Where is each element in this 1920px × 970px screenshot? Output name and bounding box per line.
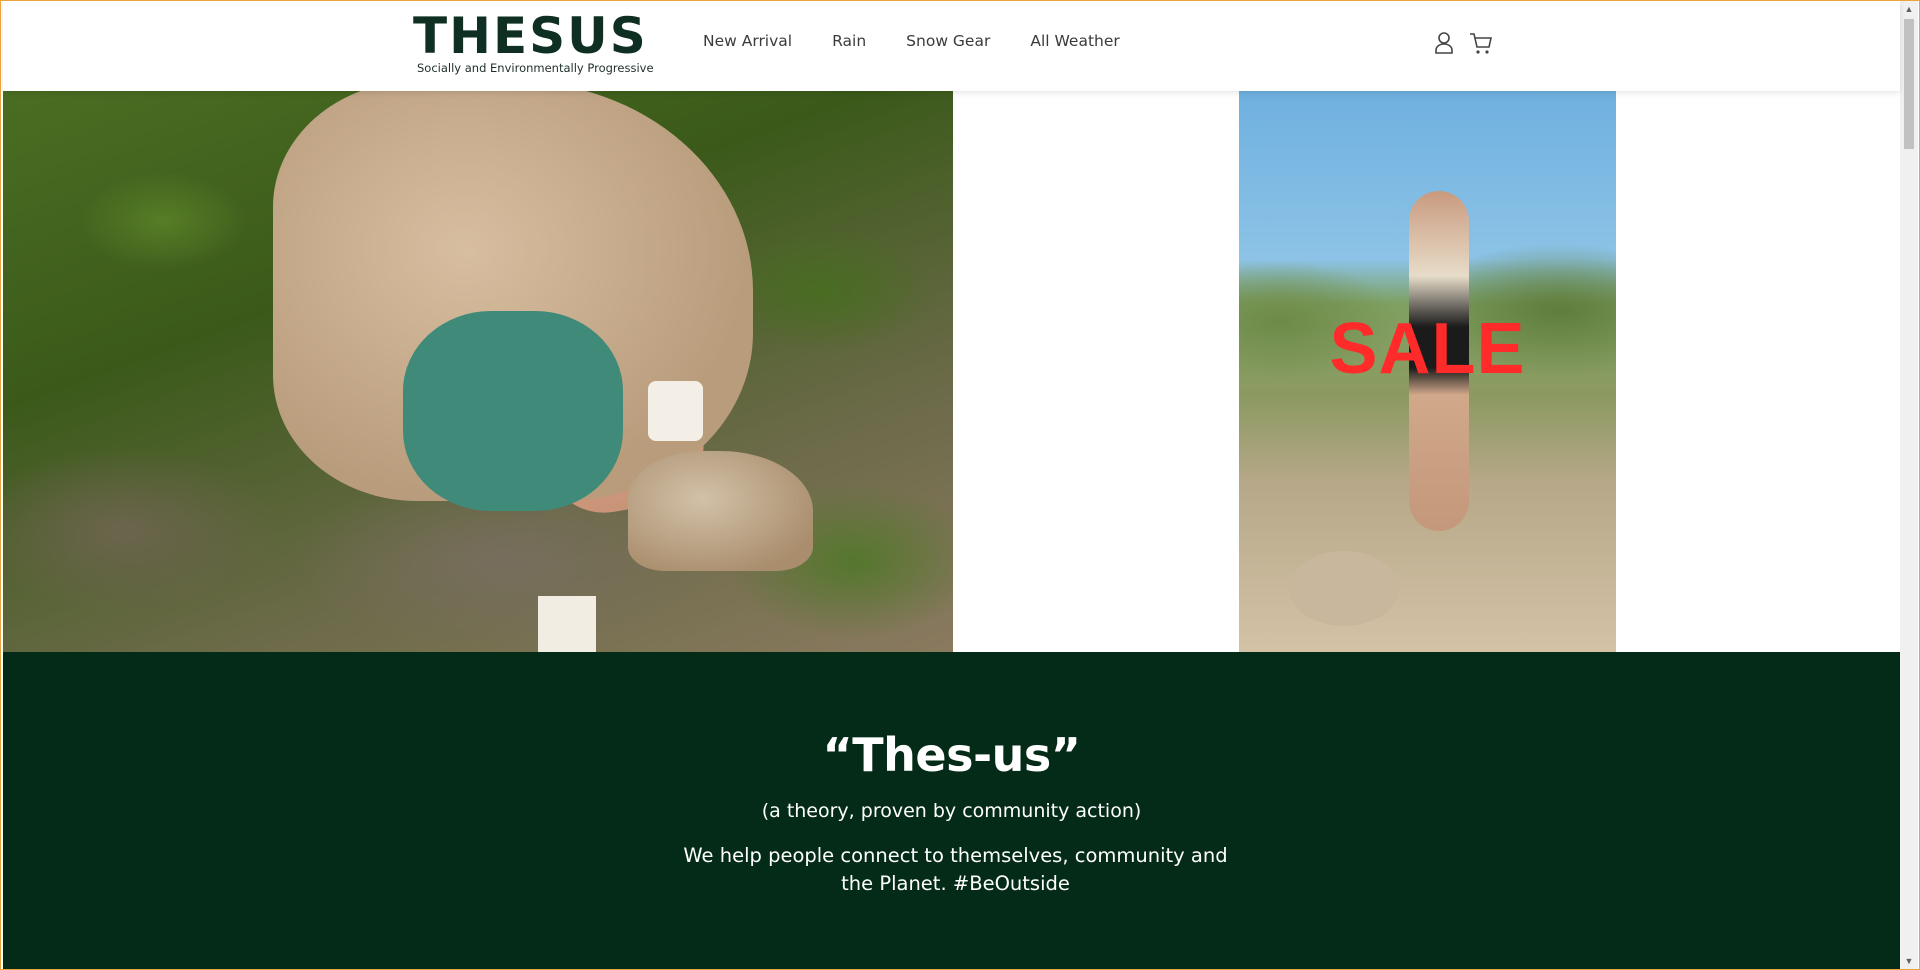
about-section: “Thes-us” (a theory, proven by community… xyxy=(3,652,1900,970)
logo-tagline: Socially and Environmentally Progressive xyxy=(417,61,654,75)
hero-sock-shape xyxy=(648,381,703,441)
scroll-down-arrow-icon[interactable]: ▼ xyxy=(1900,953,1918,969)
brand-logo[interactable]: THESUS Socially and Environmentally Prog… xyxy=(413,9,654,77)
nav-new-arrival[interactable]: New Arrival xyxy=(703,32,792,50)
nav-rain[interactable]: Rain xyxy=(832,32,866,50)
site-header: THESUS Socially and Environmentally Prog… xyxy=(3,1,1900,91)
about-description: We help people connect to themselves, co… xyxy=(683,844,1228,895)
main-nav: New Arrival Rain Snow Gear All Weather xyxy=(703,32,1120,50)
hero-image-hiker[interactable] xyxy=(3,91,953,652)
sale-label: SALE xyxy=(1329,309,1526,389)
scroll-thumb[interactable] xyxy=(1904,19,1914,149)
page-scrollbar[interactable]: ▲ ▼ xyxy=(1900,1,1918,969)
about-subtitle: (a theory, proven by community action) xyxy=(761,800,1142,822)
nav-snow-gear[interactable]: Snow Gear xyxy=(906,32,990,50)
scroll-up-arrow-icon[interactable]: ▲ xyxy=(1900,1,1918,17)
nav-all-weather[interactable]: All Weather xyxy=(1030,32,1119,50)
sale-banner-image[interactable]: SALE xyxy=(1239,91,1616,652)
hero-boot-shape xyxy=(628,451,813,571)
header-actions xyxy=(1433,31,1492,55)
cart-icon[interactable] xyxy=(1469,31,1492,55)
hero-sock2-shape xyxy=(538,596,596,652)
user-icon[interactable] xyxy=(1433,31,1455,55)
hero-shorts-shape xyxy=(403,311,623,511)
logo-wordmark: THESUS xyxy=(413,7,648,65)
sale-rock-shape xyxy=(1289,551,1399,626)
about-title: “Thes-us” xyxy=(822,728,1081,782)
